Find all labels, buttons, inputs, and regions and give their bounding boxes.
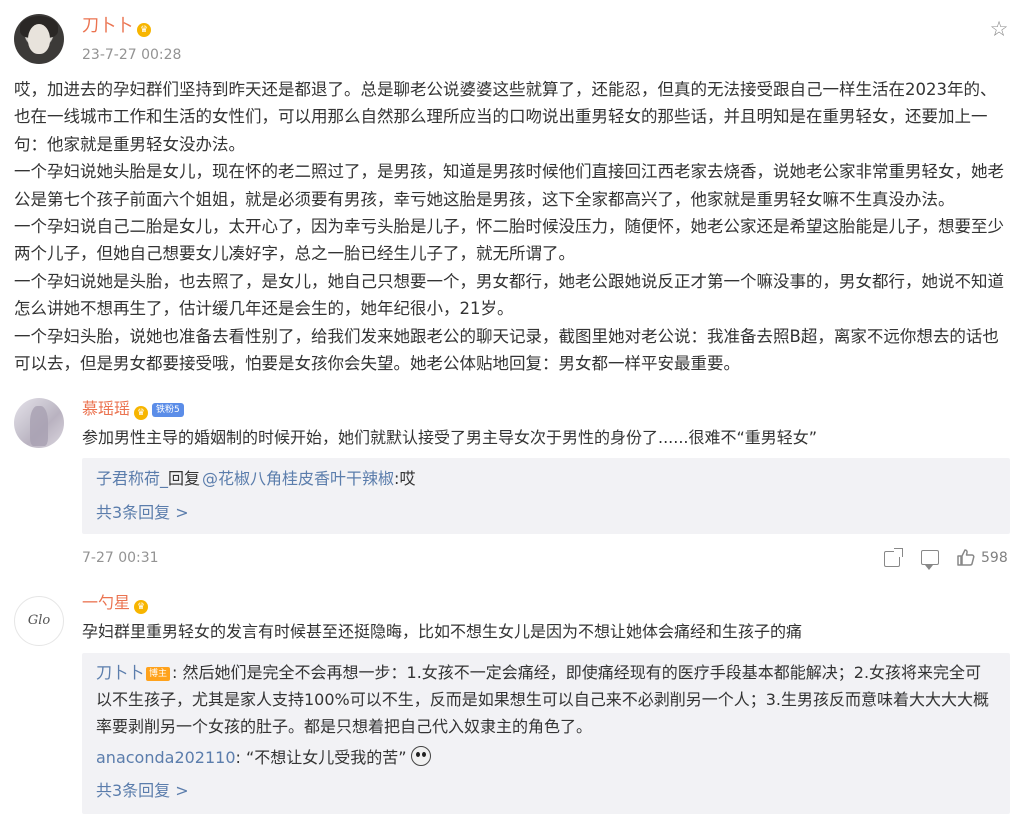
reply-text: :哎 [394,469,416,488]
post-timestamp: 23-7-27 00:28 [82,47,182,63]
comment-avatar[interactable] [14,398,64,448]
more-replies-link[interactable]: 共3条回复 > [96,779,189,803]
crying-emoji-icon [410,746,431,766]
comment-author-name[interactable]: 慕瑶瑶 ♛ 铁粉5 [82,398,184,420]
reply-verb: 回复 [168,469,201,488]
comment-author-label[interactable]: 慕瑶瑶 [82,399,130,418]
reply-item: 刀卜卜 博主: 然后她们是完全不会再想一步：1.女孩不一定会痛经，即使痛经现有的医… [96,659,996,740]
reply-box: 子君称荷_回复 @花椒八角桂皮香叶干辣椒:哎 共3条回复 > [82,458,1010,534]
reply-text: : 然后她们是完全不会再想一步：1.女孩不一定会痛经，即使痛经现有的医疗手段基本… [96,663,990,736]
crown-badge-icon: ♛ [137,23,151,37]
comment-avatar[interactable]: Glo [14,596,64,646]
share-icon-shape [884,548,903,567]
post-body: 哎，加进去的孕妇群们坚持到昨天还是都退了。总是聊老公说婆婆这些就算了，还能忍，但… [14,76,1010,377]
avatar-logo-text: Glo [27,613,51,628]
comment-icon[interactable] [920,548,940,570]
comment-icon-shape [921,550,939,570]
comment-author-label[interactable]: 一勺星 [82,593,130,612]
post-paragraph: 一个孕妇头胎，说她也准备去看性别了，给我们发来她跟老公的聊天记录，截图里她对老公… [14,326,999,374]
comment-text: 参加男性主导的婚姻制的时候开始，她们就默认接受了男主导女次于男性的身份了....… [82,428,818,447]
reply-mention-link[interactable]: @花椒八角桂皮香叶干辣椒 [202,469,394,488]
avatar-figure [30,406,48,446]
post-paragraph: 哎，加进去的孕妇群们坚持到昨天还是都退了。总是聊老公说婆婆这些就算了，还能忍，但… [14,80,997,154]
post-author-label[interactable]: 刀卜卜 [82,16,133,36]
comment-author-name[interactable]: 一勺星 ♛ [82,592,149,614]
reply-user-link[interactable]: 刀卜卜 [96,663,144,682]
comment-text: 孕妇群里重男轻女的发言有时候甚至还挺隐晦，比如不想生女儿是因为不想让她体会痛经和… [82,622,803,641]
thumbs-up-svg [957,549,975,566]
comment-timestamp: 7-27 00:31 [82,550,159,566]
crown-badge-icon: ♛ [134,600,149,614]
reply-user-link[interactable]: anaconda202110 [96,748,236,767]
share-icon[interactable] [882,548,903,568]
post-paragraph: 一个孕妇说她头胎是女儿，现在怀的老二照过了，是男孩，知道是男孩时候他们直接回江西… [14,162,1004,209]
reply-box: 刀卜卜 博主: 然后她们是完全不会再想一步：1.女孩不一定会痛经，即使痛经现有的医… [82,653,1010,814]
host-badge: 博主 [146,667,171,681]
post-paragraph: 一个孕妇说她是头胎，也去照了，是女儿，她自己只想要一个，男女都行，她老公跟她说反… [14,271,1004,319]
star-icon[interactable]: ☆ [988,18,1010,40]
post-paragraph: 一个孕妇说自己二胎是女儿，太开心了，因为幸亏头胎是儿子，怀二胎时候没压力，随便怀… [14,217,1004,264]
more-replies-link[interactable]: 共3条回复 > [96,501,189,525]
reply-item: 子君称荷_回复 @花椒八角桂皮香叶干辣椒:哎 [96,467,415,491]
post-author-avatar[interactable] [14,14,64,64]
post-author-name[interactable]: 刀卜卜 ♛ [82,14,151,38]
thumbs-up-icon[interactable] [956,547,976,567]
avatar-face [28,24,50,54]
reply-item: anaconda202110: “不想让女儿受我的苦” [96,746,431,770]
like-count: 598 [981,550,1008,566]
crown-badge-icon: ♛ [134,406,149,420]
reply-text: : “不想让女儿受我的苦” [235,748,407,767]
weibo-post-page: 刀卜卜 ♛ 23-7-27 00:28 ☆ 哎，加进去的孕妇群们坚持到昨天还是都退… [0,0,1024,822]
reply-user-link[interactable]: 子君称荷_ [96,469,168,488]
fan-level-badge: 铁粉5 [152,403,184,417]
